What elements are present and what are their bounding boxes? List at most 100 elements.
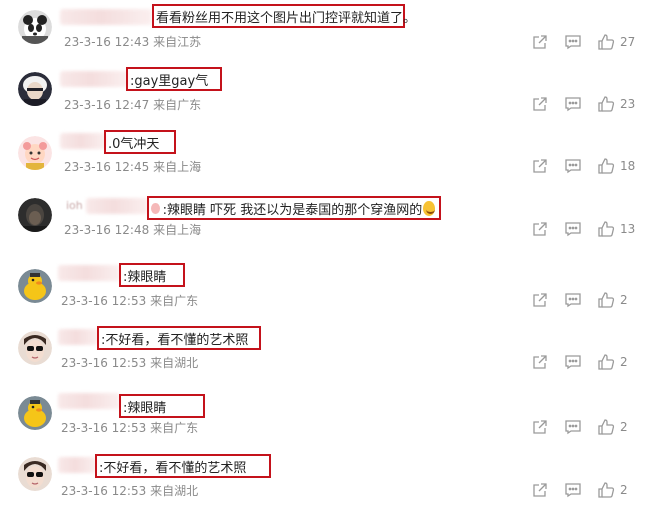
comment-date: 23-3-16 12:45 — [64, 160, 150, 174]
blurred-username — [60, 133, 106, 149]
avatar[interactable] — [18, 457, 52, 491]
comment-meta: 23-3-16 12:53 来自湖北 — [61, 482, 198, 499]
comment-item: ioh :辣眼睛 吓死 我还以为是泰国的那个穿渔网的 23-3-16 12:48… — [0, 190, 650, 252]
comment-date: 23-3-16 12:47 — [64, 98, 150, 112]
comment-item: :辣眼睛 23-3-16 12:53 来自广东 2 — [0, 258, 650, 320]
share-icon[interactable] — [531, 418, 549, 436]
comment-meta: 23-3-16 12:43 来自江苏 — [64, 33, 201, 50]
comment-actions: 2 — [516, 353, 636, 371]
blurred-username — [60, 71, 128, 87]
comment-location: 来自上海 — [153, 223, 202, 237]
comment-date: 23-3-16 12:53 — [61, 294, 147, 308]
avatar[interactable] — [18, 136, 52, 170]
comment-location: 来自广东 — [150, 421, 199, 435]
comment-location: 来自上海 — [153, 160, 202, 174]
share-icon[interactable] — [531, 291, 549, 309]
comment-date: 23-3-16 12:48 — [64, 223, 150, 237]
comment-date: 23-3-16 12:53 — [61, 421, 147, 435]
comment-item: .0气冲天 23-3-16 12:45 来自上海 18 — [0, 126, 650, 188]
avatar[interactable] — [18, 331, 52, 365]
comment-content-highlight: :辣眼睛 — [119, 394, 205, 418]
comment-date: 23-3-16 12:43 — [64, 35, 150, 49]
comment-actions: 2 — [516, 291, 636, 309]
comment-meta: 23-3-16 12:47 来自广东 — [64, 96, 201, 113]
like-count: 13 — [620, 222, 636, 236]
comment-content-highlight: .0气冲天 — [104, 130, 176, 154]
comment-text: :辣眼睛 — [123, 269, 167, 285]
like-count: 2 — [620, 293, 628, 307]
like-count: 27 — [620, 35, 636, 49]
comment-item: :不好看，看不懂的艺术照 23-3-16 12:53 来自湖北 2 — [0, 320, 650, 382]
thumbs-up-icon[interactable] — [597, 353, 615, 371]
comment-actions: 23 — [516, 95, 636, 113]
comment-text: :不好看，看不懂的艺术照 — [101, 332, 249, 348]
comment-content-highlight: :辣眼睛 — [119, 263, 185, 287]
comment-actions: 2 — [516, 481, 636, 499]
blurred-username — [58, 329, 98, 345]
comment-item: :不好看，看不懂的艺术照 23-3-16 12:53 来自湖北 2 — [0, 447, 650, 509]
comment-icon[interactable] — [564, 291, 582, 309]
emoji-icon — [151, 202, 160, 214]
thumbs-up-icon[interactable] — [597, 291, 615, 309]
comment-content-highlight: :不好看，看不懂的艺术照 — [95, 454, 271, 478]
blurred-username: ioh — [66, 199, 83, 212]
comment-location: 来自湖北 — [150, 484, 199, 498]
comment-actions: 27 — [516, 33, 636, 51]
blurred-username — [60, 9, 152, 25]
comment-icon[interactable] — [564, 33, 582, 51]
comment-actions: 13 — [516, 220, 636, 238]
avatar[interactable] — [18, 10, 52, 44]
thumbs-up-icon[interactable] — [597, 33, 615, 51]
comment-icon[interactable] — [564, 418, 582, 436]
comment-content-highlight: :辣眼睛 吓死 我还以为是泰国的那个穿渔网的 — [147, 196, 441, 220]
comment-text: :辣眼睛 吓死 我还以为是泰国的那个穿渔网的 — [162, 202, 423, 218]
blurred-username — [58, 265, 120, 281]
thumbs-up-icon[interactable] — [597, 95, 615, 113]
thumbs-up-icon[interactable] — [597, 481, 615, 499]
comment-meta: 23-3-16 12:48 来自上海 — [64, 221, 201, 238]
comment-icon[interactable] — [564, 157, 582, 175]
comment-date: 23-3-16 12:53 — [61, 484, 147, 498]
share-icon[interactable] — [531, 220, 549, 238]
comment-text: :不好看，看不懂的艺术照 — [99, 460, 247, 476]
comment-icon[interactable] — [564, 481, 582, 499]
comment-location: 来自广东 — [150, 294, 199, 308]
comment-meta: 23-3-16 12:45 来自上海 — [64, 158, 201, 175]
blurred-username — [58, 393, 120, 409]
comment-meta: 23-3-16 12:53 来自广东 — [61, 292, 198, 309]
comment-meta: 23-3-16 12:53 来自湖北 — [61, 354, 198, 371]
comment-icon[interactable] — [564, 353, 582, 371]
grinning-emoji-icon — [423, 200, 435, 216]
avatar[interactable] — [18, 396, 52, 430]
like-count: 2 — [620, 483, 628, 497]
avatar[interactable] — [18, 198, 52, 232]
share-icon[interactable] — [531, 353, 549, 371]
share-icon[interactable] — [531, 157, 549, 175]
thumbs-up-icon[interactable] — [597, 157, 615, 175]
comment-icon[interactable] — [564, 95, 582, 113]
like-count: 18 — [620, 159, 636, 173]
blurred-username — [86, 198, 148, 214]
comment-text: :gay里gay气 — [130, 73, 209, 89]
thumbs-up-icon[interactable] — [597, 220, 615, 238]
like-count: 2 — [620, 355, 628, 369]
avatar[interactable] — [18, 269, 52, 303]
avatar[interactable] — [18, 72, 52, 106]
comment-text: :辣眼睛 — [123, 400, 167, 416]
share-icon[interactable] — [531, 481, 549, 499]
comment-actions: 18 — [516, 157, 636, 175]
comment-item: 看看粉丝用不用这个图片出门控评就知道了。 23-3-16 12:43 来自江苏 … — [0, 0, 650, 62]
comment-item: :辣眼睛 23-3-16 12:53 来自广东 2 — [0, 385, 650, 447]
comment-item: :gay里gay气 23-3-16 12:47 来自广东 23 — [0, 62, 650, 124]
comment-content-highlight: :gay里gay气 — [126, 67, 222, 91]
comment-icon[interactable] — [564, 220, 582, 238]
share-icon[interactable] — [531, 95, 549, 113]
thumbs-up-icon[interactable] — [597, 418, 615, 436]
comment-content-highlight: :不好看，看不懂的艺术照 — [97, 326, 261, 350]
comment-content-highlight: 看看粉丝用不用这个图片出门控评就知道了。 — [152, 4, 416, 28]
comment-location: 来自广东 — [153, 98, 202, 112]
comment-text: 看看粉丝用不用这个图片出门控评就知道了。 — [156, 10, 417, 26]
comment-date: 23-3-16 12:53 — [61, 356, 147, 370]
share-icon[interactable] — [531, 33, 549, 51]
comment-actions: 2 — [516, 418, 636, 436]
